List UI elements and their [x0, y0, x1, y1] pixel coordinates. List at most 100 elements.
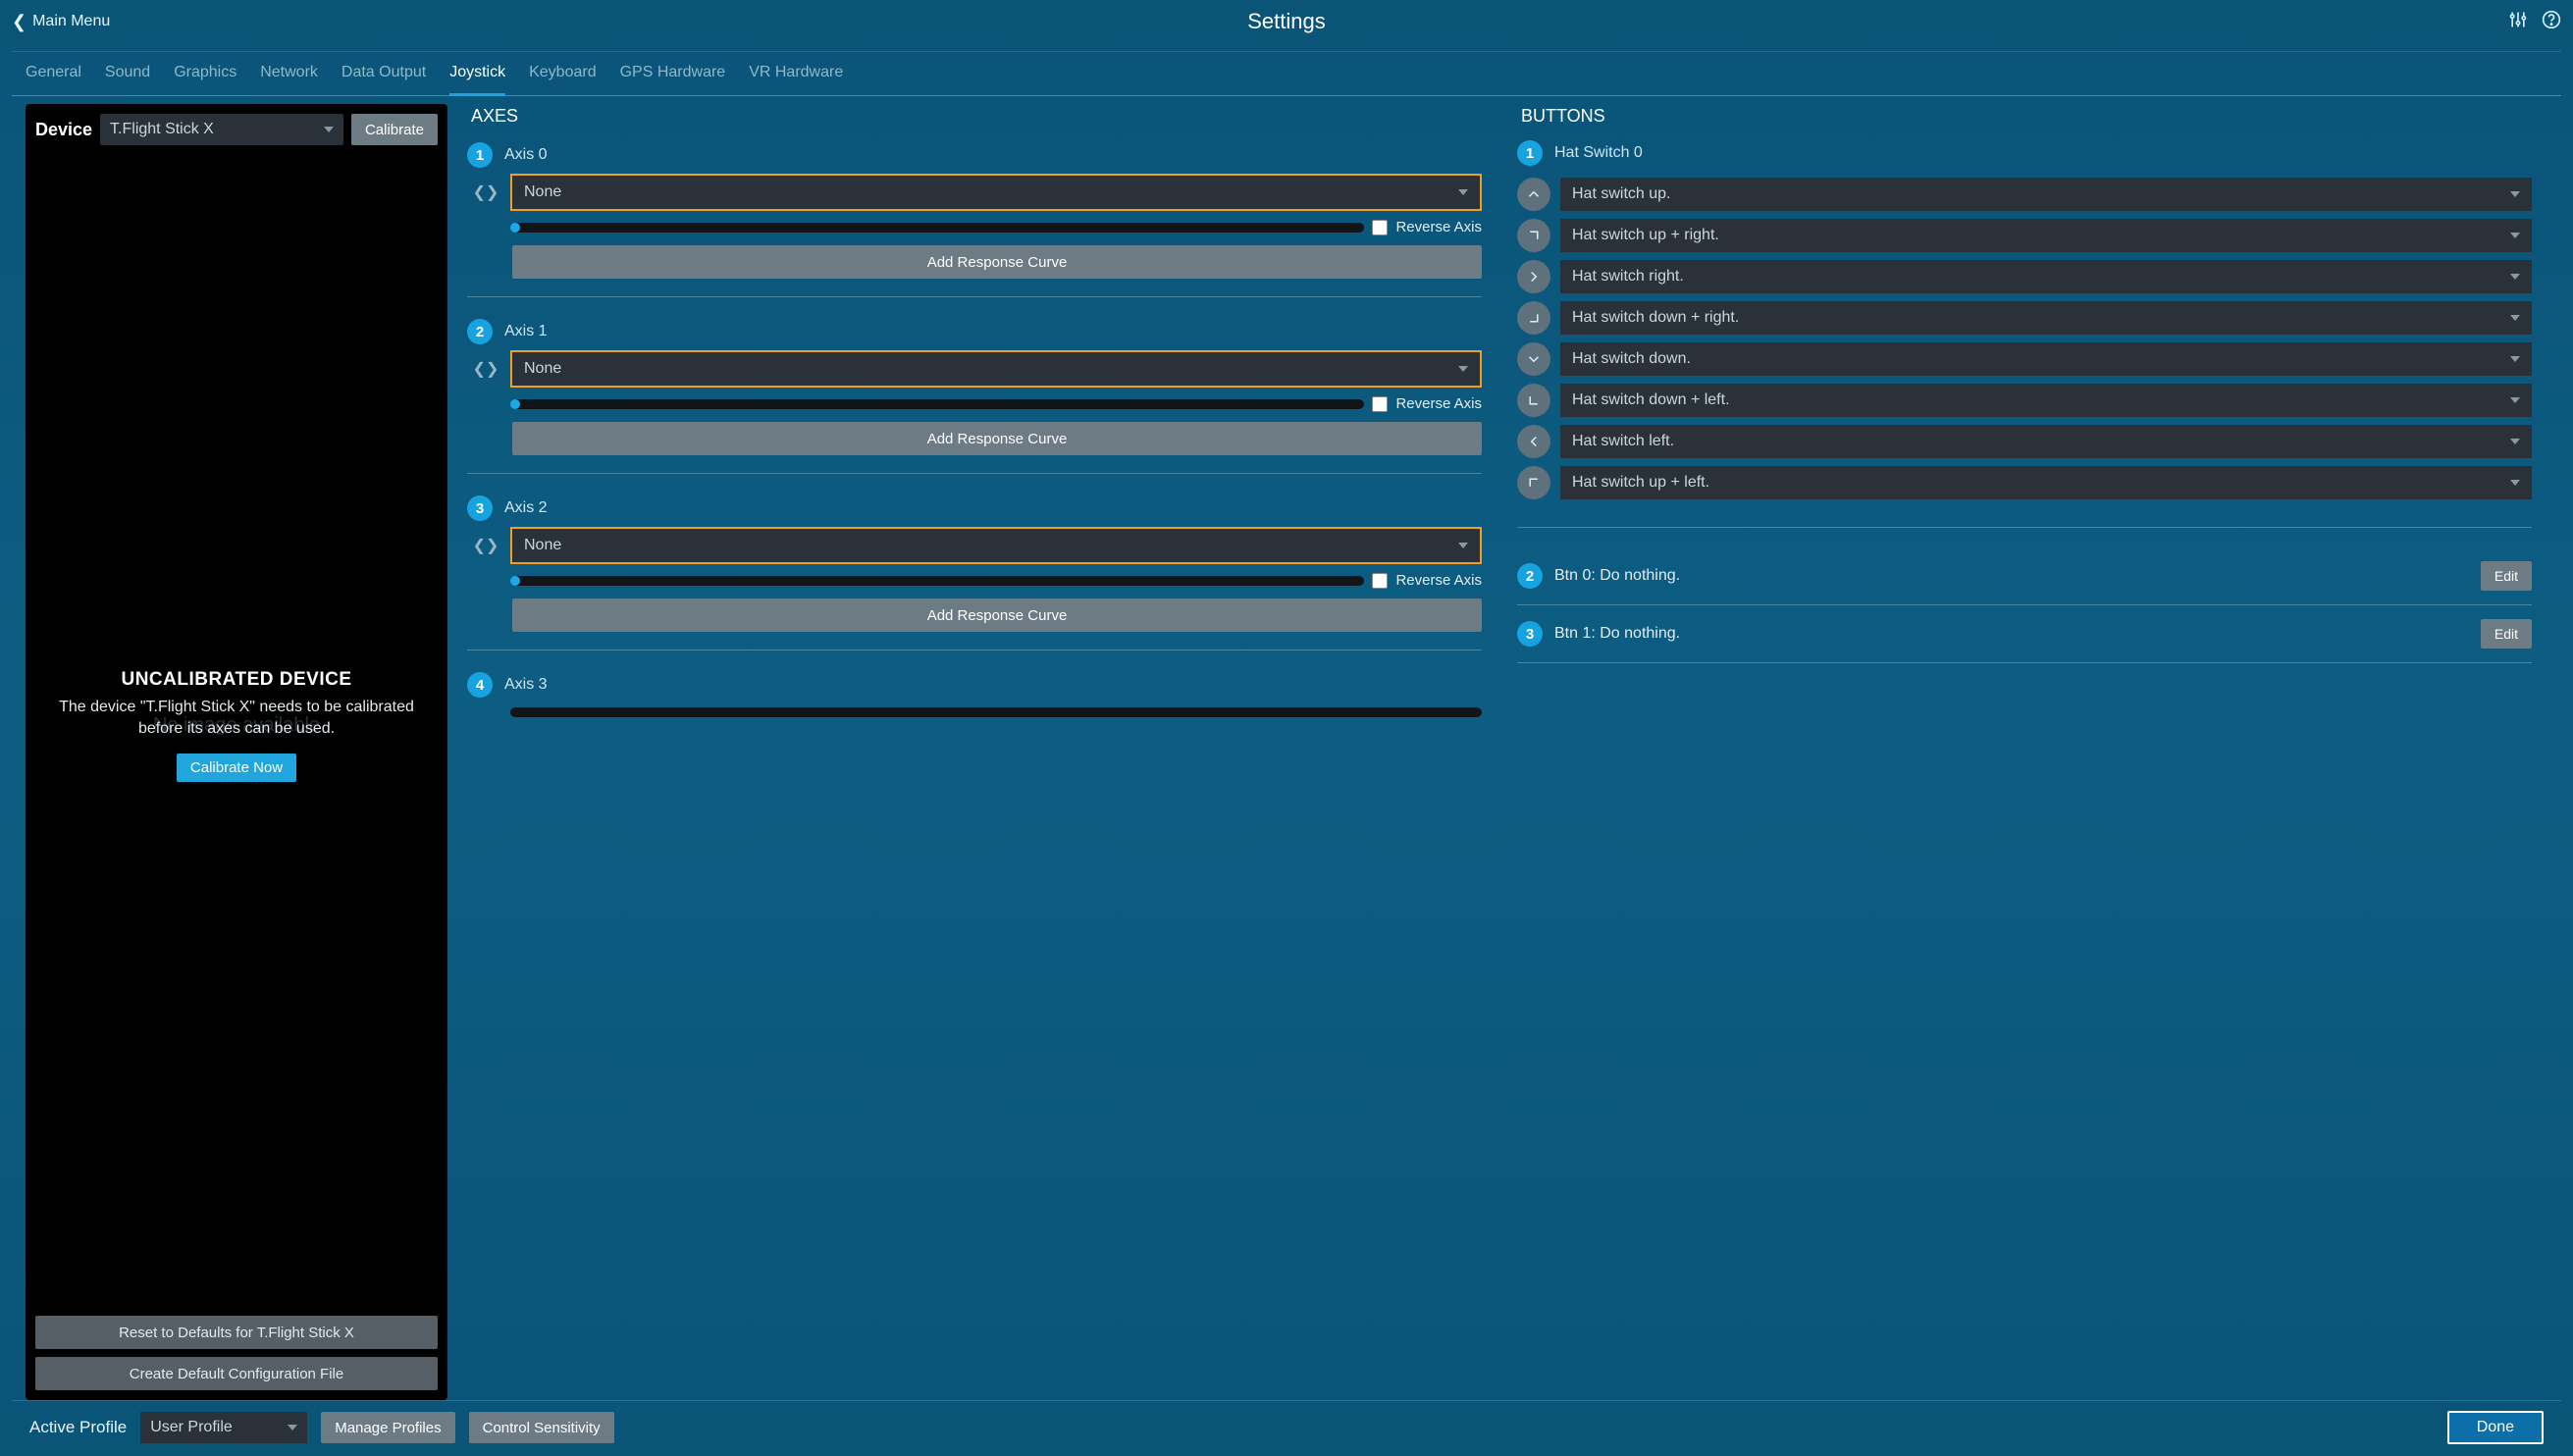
chevron-down-icon	[1458, 366, 1468, 372]
tab-keyboard[interactable]: Keyboard	[529, 64, 597, 87]
add-response-curve-button[interactable]: Add Response Curve	[512, 422, 1482, 455]
axis-name: Axis 2	[504, 499, 548, 517]
tab-graphics[interactable]: Graphics	[174, 64, 236, 87]
hat-direction-value: Hat switch up + right.	[1572, 227, 1719, 244]
axis-assignment-select[interactable]: None	[510, 174, 1482, 211]
axis-number-badge: 2	[467, 319, 493, 344]
chevron-down-icon	[2510, 397, 2520, 403]
uncalibrated-text: The device "T.Flight Stick X" needs to b…	[55, 697, 418, 741]
chevron-down-icon	[324, 127, 334, 132]
button-number-badge: 3	[1517, 621, 1543, 647]
hat-direction-down-icon	[1517, 342, 1550, 376]
axis-name: Axis 3	[504, 676, 548, 694]
reverse-axis-checkbox[interactable]	[1372, 220, 1388, 235]
hat-direction-row: Hat switch up + left.	[1517, 466, 2532, 499]
button-number-badge: 2	[1517, 563, 1543, 589]
hat-number-badge: 1	[1517, 140, 1543, 166]
add-response-curve-button[interactable]: Add Response Curve	[512, 245, 1482, 279]
hat-direction-select[interactable]: Hat switch up + left.	[1560, 466, 2532, 499]
chevron-down-icon	[2510, 233, 2520, 238]
hat-direction-right-icon	[1517, 260, 1550, 293]
axis-position-slider[interactable]	[512, 223, 1364, 233]
help-icon[interactable]	[2542, 10, 2561, 34]
add-response-curve-button[interactable]: Add Response Curve	[512, 598, 1482, 632]
hat-direction-value: Hat switch left.	[1572, 433, 1674, 450]
hat-direction-select[interactable]: Hat switch right.	[1560, 260, 2532, 293]
hat-direction-value: Hat switch up.	[1572, 185, 1670, 203]
calibrate-now-button[interactable]: Calibrate Now	[177, 754, 296, 782]
axis-select-collapsed[interactable]	[510, 707, 1482, 717]
hat-direction-select[interactable]: Hat switch up.	[1560, 178, 2532, 211]
hat-direction-up-right-icon	[1517, 219, 1550, 252]
button-edit-button[interactable]: Edit	[2481, 561, 2532, 591]
axis-prev-next[interactable]: ❮❯	[467, 174, 504, 211]
manage-profiles-button[interactable]: Manage Profiles	[321, 1412, 454, 1443]
axis-prev-next[interactable]: ❮❯	[467, 527, 504, 564]
create-config-button[interactable]: Create Default Configuration File	[35, 1357, 438, 1390]
axis-position-slider[interactable]	[512, 576, 1364, 586]
hat-direction-value: Hat switch right.	[1572, 268, 1684, 286]
tab-gps-hardware[interactable]: GPS Hardware	[620, 64, 726, 87]
axes-scroll-area[interactable]: 1 Axis 0 ❮❯ None Reverse Axis Add Respon…	[467, 140, 1497, 1400]
hat-direction-select[interactable]: Hat switch down + left.	[1560, 384, 2532, 417]
active-profile-select[interactable]: User Profile	[140, 1412, 307, 1443]
axis-assignment-select[interactable]: None	[510, 350, 1482, 388]
calibrate-button[interactable]: Calibrate	[351, 114, 438, 145]
axis-assignment-value: None	[524, 360, 561, 378]
hat-direction-up-icon	[1517, 178, 1550, 211]
back-label: Main Menu	[32, 13, 110, 30]
axis-assignment-value: None	[524, 537, 561, 554]
joystick-button-row: 3 Btn 1: Do nothing. Edit	[1517, 605, 2532, 663]
chevron-left-icon: ❮	[12, 12, 26, 32]
axis-assignment-select[interactable]: None	[510, 527, 1482, 564]
reset-defaults-button[interactable]: Reset to Defaults for T.Flight Stick X	[35, 1316, 438, 1349]
device-select[interactable]: T.Flight Stick X	[100, 114, 343, 145]
tab-joystick[interactable]: Joystick	[449, 64, 505, 96]
hat-direction-row: Hat switch up + right.	[1517, 219, 2532, 252]
axis-block: 2 Axis 1 ❮❯ None Reverse Axis Add Respon…	[467, 317, 1482, 474]
hat-direction-down-right-icon	[1517, 301, 1550, 335]
reverse-axis-label: Reverse Axis	[1395, 572, 1482, 589]
hat-direction-value: Hat switch down + left.	[1572, 391, 1730, 409]
hat-direction-select[interactable]: Hat switch down.	[1560, 342, 2532, 376]
axis-assignment-value: None	[524, 183, 561, 201]
tab-general[interactable]: General	[26, 64, 81, 87]
uncalibrated-title: UNCALIBRATED DEVICE	[121, 669, 351, 691]
device-select-value: T.Flight Stick X	[110, 121, 214, 138]
hat-direction-select[interactable]: Hat switch up + right.	[1560, 219, 2532, 252]
axes-column: AXES 1 Axis 0 ❮❯ None Reverse Axis Add R…	[467, 104, 1497, 1400]
tab-sound[interactable]: Sound	[105, 64, 150, 87]
control-sensitivity-button[interactable]: Control Sensitivity	[469, 1412, 614, 1443]
titlebar: ❮ Main Menu Settings	[0, 0, 2573, 43]
joystick-button-row: 2 Btn 0: Do nothing. Edit	[1517, 547, 2532, 605]
chevron-down-icon	[1458, 543, 1468, 548]
axis-prev-next[interactable]: ❮❯	[467, 350, 504, 388]
hat-direction-row: Hat switch down + left.	[1517, 384, 2532, 417]
button-assignment-label: Btn 0: Do nothing.	[1554, 567, 2469, 585]
reverse-axis-checkbox[interactable]	[1372, 396, 1388, 412]
tab-data-output[interactable]: Data Output	[341, 64, 426, 87]
axis-number-badge: 4	[467, 672, 493, 698]
axis-position-slider[interactable]	[512, 399, 1364, 409]
hat-direction-value: Hat switch up + left.	[1572, 474, 1709, 492]
chevron-down-icon	[2510, 274, 2520, 280]
axis-name: Axis 0	[504, 146, 548, 164]
axis-name: Axis 1	[504, 323, 548, 340]
back-to-main-menu[interactable]: ❮ Main Menu	[12, 12, 110, 32]
tab-network[interactable]: Network	[260, 64, 318, 87]
chevron-down-icon	[2510, 315, 2520, 321]
done-button[interactable]: Done	[2447, 1411, 2544, 1444]
tab-vr-hardware[interactable]: VR Hardware	[749, 64, 843, 87]
buttons-scroll-area[interactable]: 1 Hat Switch 0 Hat switch up. Hat switch…	[1517, 140, 2547, 1400]
axes-title: AXES	[471, 106, 1497, 127]
settings-sliders-icon[interactable]	[2508, 10, 2528, 34]
chevron-down-icon	[288, 1425, 297, 1430]
button-edit-button[interactable]: Edit	[2481, 619, 2532, 649]
hat-direction-select[interactable]: Hat switch left.	[1560, 425, 2532, 458]
active-profile-label: Active Profile	[29, 1418, 127, 1437]
reverse-axis-checkbox[interactable]	[1372, 573, 1388, 589]
button-assignment-label: Btn 1: Do nothing.	[1554, 625, 2469, 643]
hat-direction-select[interactable]: Hat switch down + right.	[1560, 301, 2532, 335]
settings-panel: General Sound Graphics Network Data Output Jo…	[12, 51, 2561, 1456]
axis-block: 3 Axis 2 ❮❯ None Reverse Axis Add Respon…	[467, 494, 1482, 650]
